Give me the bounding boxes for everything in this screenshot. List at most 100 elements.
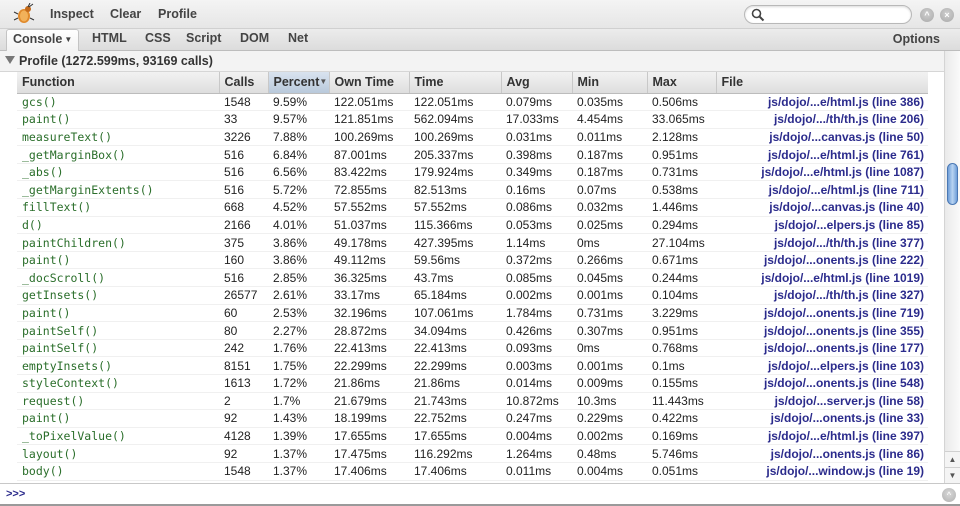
file-link[interactable]: js/dojo/...onents.js (line 719) xyxy=(716,304,928,323)
table-row[interactable]: paintChildren() 375 3.86% 49.178ms 427.395ms… xyxy=(17,233,928,252)
function-link[interactable]: styleContext() xyxy=(17,374,219,393)
function-link[interactable]: _toPixelValue() xyxy=(17,427,219,446)
options-button[interactable]: Options xyxy=(893,32,940,46)
column-header-avg[interactable]: Avg xyxy=(501,72,573,94)
file-link[interactable]: js/dojo/...e/html.js (line 711) xyxy=(716,180,928,200)
firebug-icon[interactable] xyxy=(12,3,36,25)
table-row[interactable]: _getMarginBox() 516 6.84% 87.001ms 205.337ms… xyxy=(17,145,928,164)
table-row[interactable]: _toPixelValue() 4128 1.39% 17.655ms 17.655ms… xyxy=(17,427,928,446)
profile-header[interactable]: Profile (1272.599ms, 93169 calls) xyxy=(0,51,944,72)
file-link[interactable]: js/dojo/.../th/th.js (line 327) xyxy=(716,286,928,305)
cell-min: 0.07ms xyxy=(572,180,647,200)
search-input[interactable] xyxy=(767,7,907,22)
file-link[interactable]: js/dojo/...server.js (line 58) xyxy=(716,392,928,411)
table-row[interactable]: body() 1548 1.37% 17.406ms 17.406ms 0.011ms 0.… xyxy=(17,462,928,481)
function-link[interactable]: _getMarginBox() xyxy=(17,145,219,164)
function-link[interactable]: _docScroll() xyxy=(17,268,219,288)
function-link[interactable]: paintSelf() xyxy=(17,339,219,358)
table-row[interactable]: paint() 92 1.43% 18.199ms 22.752ms 0.247ms 0.2… xyxy=(17,409,928,428)
file-link[interactable]: js/dojo/...onents.js (line 177) xyxy=(716,339,928,358)
file-link[interactable]: js/dojo/...e/html.js (line 1087) xyxy=(716,163,928,182)
file-link[interactable]: js/dojo/...onents.js (line 222) xyxy=(716,251,928,270)
function-link[interactable]: d() xyxy=(17,216,219,235)
function-link[interactable]: paintChildren() xyxy=(17,233,219,252)
file-link[interactable]: js/dojo/...onents.js (line 548) xyxy=(716,374,928,393)
function-link[interactable]: paint() xyxy=(17,304,219,323)
scroll-thumb[interactable] xyxy=(947,163,958,205)
table-row[interactable]: fillText() 668 4.52% 57.552ms 57.552ms 0.086m… xyxy=(17,198,928,217)
column-header-time[interactable]: Time xyxy=(409,72,502,94)
chevron-up-icon[interactable]: ^ xyxy=(920,8,934,22)
function-link[interactable]: request() xyxy=(17,392,219,411)
column-header-calls[interactable]: Calls xyxy=(219,72,269,94)
expand-up-icon[interactable]: ^ xyxy=(942,488,956,502)
file-link[interactable]: js/dojo/...canvas.js (line 50) xyxy=(716,128,928,147)
expand-triangle-icon[interactable] xyxy=(5,56,15,64)
caret-down-icon[interactable]: ▼ xyxy=(64,35,72,44)
column-header-max[interactable]: Max xyxy=(647,72,717,94)
file-link[interactable]: js/dojo/.../th/th.js (line 377) xyxy=(716,233,928,252)
file-link[interactable]: js/dojo/...onents.js (line 355) xyxy=(716,321,928,340)
function-link[interactable]: paint() xyxy=(17,251,219,270)
inspect-button[interactable]: Inspect xyxy=(50,7,94,21)
scroll-up-arrow-icon[interactable]: ▲ xyxy=(945,451,960,467)
function-link[interactable]: fillText() xyxy=(17,198,219,217)
command-input[interactable] xyxy=(30,487,910,503)
function-link[interactable]: _abs() xyxy=(17,163,219,182)
table-row[interactable]: getInsets() 26577 2.61% 33.17ms 65.184ms 0.00… xyxy=(17,286,928,305)
file-link[interactable]: js/dojo/.../th/th.js (line 206) xyxy=(716,110,928,129)
function-link[interactable]: paintSelf() xyxy=(17,321,219,340)
function-link[interactable]: paint() xyxy=(17,409,219,428)
table-row[interactable]: d() 2166 4.01% 51.037ms 115.366ms 0.053ms 0.02… xyxy=(17,216,928,235)
function-link[interactable]: body() xyxy=(17,462,219,481)
table-row[interactable]: measureText() 3226 7.88% 100.269ms 100.269ms… xyxy=(17,128,928,147)
column-header-file[interactable]: File xyxy=(716,72,928,94)
function-link[interactable]: gcs() xyxy=(17,93,219,112)
file-link[interactable]: js/dojo/...onents.js (line 86) xyxy=(716,444,928,463)
column-header-own-time[interactable]: Own Time xyxy=(329,72,410,94)
table-row[interactable]: paintSelf() 242 1.76% 22.413ms 22.413ms 0.093… xyxy=(17,339,928,358)
table-row[interactable]: _getMarginExtents() 516 5.72% 72.855ms 82.51… xyxy=(17,180,928,200)
close-icon[interactable]: × xyxy=(940,8,954,22)
function-link[interactable]: getInsets() xyxy=(17,286,219,305)
file-link[interactable]: js/dojo/...elpers.js (line 103) xyxy=(716,356,928,375)
file-link[interactable]: js/dojo/...elpers.js (line 85) xyxy=(716,216,928,235)
function-link[interactable]: layout() xyxy=(17,444,219,463)
file-link[interactable]: js/dojo/...onents.js (line 33) xyxy=(716,409,928,428)
table-row[interactable]: request() 2 1.7% 21.679ms 21.743ms 10.872ms 10… xyxy=(17,392,928,411)
column-header-percent[interactable]: Percent▼ xyxy=(268,72,330,94)
column-header-min[interactable]: Min xyxy=(572,72,648,94)
file-link[interactable]: js/dojo/...e/html.js (line 1019) xyxy=(716,268,928,288)
table-row[interactable]: _docScroll() 516 2.85% 36.325ms 43.7ms 0.085m… xyxy=(17,268,928,288)
function-link[interactable]: _getMarginExtents() xyxy=(17,180,219,200)
table-row[interactable]: _abs() 516 6.56% 83.422ms 179.924ms 0.349ms 0.… xyxy=(17,163,928,182)
table-row[interactable]: paint() 160 3.86% 49.112ms 59.56ms 0.372ms 0.2… xyxy=(17,251,928,270)
tab-net[interactable]: Net xyxy=(282,29,314,51)
table-row[interactable]: emptyInsets() 8151 1.75% 22.299ms 22.299ms 0.… xyxy=(17,356,928,375)
table-row[interactable]: layout() 92 1.37% 17.475ms 116.292ms 1.264ms 0… xyxy=(17,444,928,463)
search-field[interactable] xyxy=(744,5,912,24)
profile-button[interactable]: Profile xyxy=(158,7,197,21)
table-row[interactable]: styleContext() 1613 1.72% 21.86ms 21.86ms 0.0… xyxy=(17,374,928,393)
function-link[interactable]: paint() xyxy=(17,110,219,129)
clear-button[interactable]: Clear xyxy=(110,7,141,21)
file-link[interactable]: js/dojo/...e/html.js (line 397) xyxy=(716,427,928,446)
file-link[interactable]: js/dojo/...canvas.js (line 40) xyxy=(716,198,928,217)
table-row[interactable]: paint() 33 9.57% 121.851ms 562.094ms 17.033ms… xyxy=(17,110,928,129)
file-link[interactable]: js/dojo/...e/html.js (line 761) xyxy=(716,145,928,164)
tab-script[interactable]: Script xyxy=(180,29,227,51)
tab-console[interactable]: Console ▼ xyxy=(6,29,80,52)
tab-dom[interactable]: DOM xyxy=(234,29,275,51)
vertical-scrollbar[interactable]: ▲ ▼ xyxy=(944,51,960,483)
file-link[interactable]: js/dojo/...window.js (line 19) xyxy=(716,462,928,481)
table-row[interactable]: paint() 60 2.53% 32.196ms 107.061ms 1.784ms 0.… xyxy=(17,304,928,323)
tab-html[interactable]: HTML xyxy=(86,29,133,51)
function-link[interactable]: measureText() xyxy=(17,128,219,147)
tab-css[interactable]: CSS xyxy=(139,29,177,51)
column-header-function[interactable]: Function xyxy=(17,72,220,94)
table-row[interactable]: paintSelf() 80 2.27% 28.872ms 34.094ms 0.426m… xyxy=(17,321,928,340)
file-link[interactable]: js/dojo/...e/html.js (line 386) xyxy=(716,93,928,112)
table-row[interactable]: gcs() 1548 9.59% 122.051ms 122.051ms 0.079ms 0… xyxy=(17,93,928,112)
scroll-down-arrow-icon[interactable]: ▼ xyxy=(945,467,960,483)
function-link[interactable]: emptyInsets() xyxy=(17,356,219,375)
